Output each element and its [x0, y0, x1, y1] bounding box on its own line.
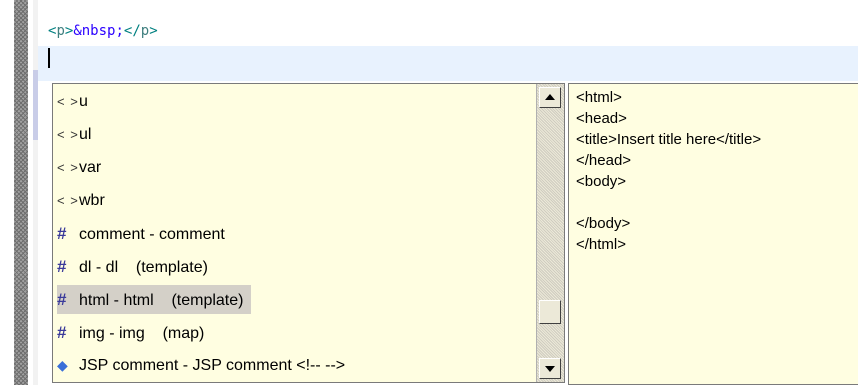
template-icon: #: [57, 290, 67, 309]
text-caret: [48, 48, 50, 68]
template-icon: #: [57, 224, 67, 243]
proposal-label: comment - comment: [79, 226, 225, 243]
preview-line: <html>: [576, 89, 622, 106]
scroll-down-button[interactable]: [539, 358, 561, 379]
tag-icon: < >: [57, 94, 79, 109]
proposal-item[interactable]: # html - html (template): [57, 285, 252, 314]
proposal-label: u: [79, 93, 88, 110]
proposal-item[interactable]: ◆ JSP comment - JSP comment <!-- -->: [57, 351, 353, 380]
proposal-scrollbar[interactable]: [536, 84, 564, 382]
scroll-up-button[interactable]: [539, 87, 561, 108]
preview-line: </head>: [576, 152, 632, 169]
arrow-down-icon: [545, 366, 555, 372]
proposal-preview-pane: <html> <head> <title>Insert title here</ti…: [568, 83, 858, 385]
preview-line: </html>: [576, 236, 627, 253]
preview-line: [576, 192, 858, 213]
proposal-item[interactable]: < >wbr: [57, 186, 113, 215]
tag-name: p: [56, 23, 65, 39]
template-icon: #: [57, 257, 67, 276]
template-icon: #: [57, 323, 67, 342]
proposal-item[interactable]: # img - img (map): [57, 318, 212, 347]
content-assist-proposals[interactable]: < >u < >ul < >var < >wbr # comment - comment #…: [52, 83, 565, 383]
preview-content: <html> <head> <title>Insert title here</ti…: [576, 87, 858, 255]
tag-icon: < >: [57, 127, 79, 142]
html-entity: &nbsp;: [73, 23, 124, 39]
preview-line: </body>: [576, 215, 631, 232]
proposal-item[interactable]: < >var: [57, 153, 109, 182]
proposal-label: html - html (template): [79, 292, 244, 309]
proposal-label: var: [79, 159, 102, 176]
proposal-label: dl - dl (template): [79, 259, 208, 276]
proposal-item[interactable]: # comment - comment: [57, 219, 233, 248]
preview-line: <title>Insert title here</title>: [576, 131, 762, 148]
tag-icon: < >: [57, 193, 79, 208]
proposal-label: JSP comment - JSP comment <!-- -->: [79, 357, 346, 374]
proposal-item[interactable]: < >ul: [57, 120, 99, 149]
proposal-label: wbr: [79, 192, 105, 209]
end-tag-name: p: [140, 23, 150, 39]
preview-line: <body>: [576, 173, 627, 190]
proposal-label: img - img (map): [79, 325, 205, 342]
scroll-thumb[interactable]: [539, 300, 561, 324]
end-tag-close-bracket: >: [149, 23, 158, 39]
preview-line: <head>: [576, 110, 627, 127]
vertical-ruler: [14, 0, 28, 385]
proposal-item[interactable]: < >u: [57, 87, 96, 116]
tag-icon: < >: [57, 160, 79, 175]
current-line-highlight: [38, 46, 858, 81]
proposal-item[interactable]: # dl - dl (template): [57, 252, 216, 281]
code-line[interactable]: <p>&nbsp;</p>: [48, 22, 158, 40]
proposal-label: ul: [79, 126, 92, 143]
jsp-comment-icon: ◆: [57, 357, 68, 373]
arrow-up-icon: [545, 94, 555, 100]
end-tag-open-bracket: </: [123, 23, 141, 39]
